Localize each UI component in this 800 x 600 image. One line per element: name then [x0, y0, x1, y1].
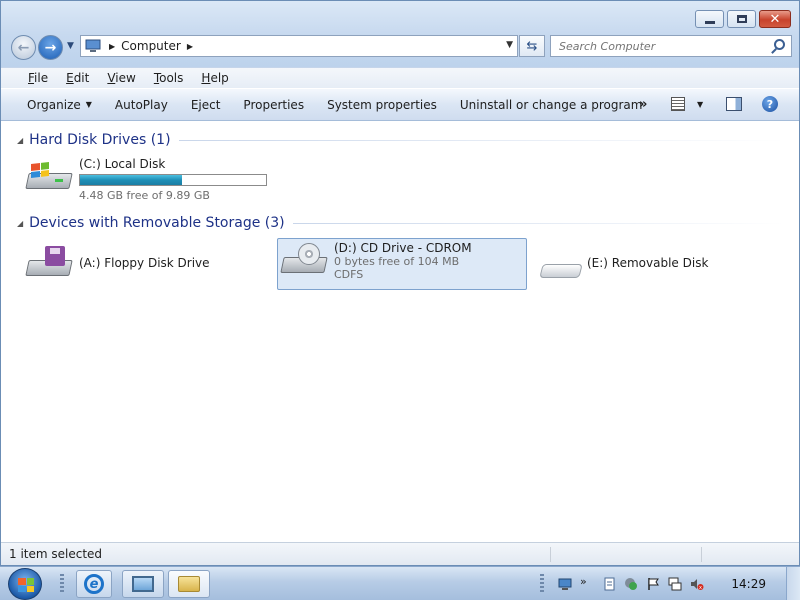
local-disk-icon	[25, 157, 75, 197]
drive-name: (E:) Removable Disk	[587, 256, 709, 270]
show-hidden-icons-icon[interactable]: »	[580, 576, 594, 591]
taskbar-windows-explorer[interactable]	[168, 570, 210, 598]
document-icon[interactable]	[602, 577, 616, 591]
cd-drive-icon	[280, 241, 330, 281]
menu-edit[interactable]: Edit	[66, 71, 89, 85]
help-button[interactable]: ?	[762, 96, 778, 112]
menu-tools[interactable]: Tools	[154, 71, 184, 85]
details-view-icon	[671, 97, 685, 111]
back-button[interactable]: ←	[11, 35, 36, 60]
removable-disk-icon	[533, 244, 583, 284]
organize-label: Organize	[27, 97, 81, 112]
group-header-hard-disks[interactable]: ◢ Hard Disk Drives (1)	[17, 132, 785, 148]
drive-filesystem: CDFS	[334, 268, 364, 281]
network-icon[interactable]	[668, 577, 682, 591]
status-separator	[701, 547, 702, 562]
svg-text:x: x	[699, 585, 702, 591]
drive-a[interactable]: (A:) Floppy Disk Drive	[25, 244, 210, 284]
computer-management-icon	[132, 576, 154, 592]
properties-button[interactable]: Properties	[243, 98, 304, 112]
group-title: Hard Disk Drives (1)	[29, 132, 171, 148]
drive-name: (D:) CD Drive - CDROM	[334, 241, 472, 255]
capacity-fill	[80, 175, 182, 185]
drive-free-space: 4.48 GB free of 9.89 GB	[79, 189, 210, 202]
maximize-button[interactable]	[727, 10, 756, 28]
close-icon: ✕	[769, 11, 781, 27]
eject-button[interactable]: Eject	[191, 98, 221, 112]
floppy-drive-icon	[25, 244, 75, 284]
breadcrumb-separator-icon[interactable]: ▶	[109, 42, 115, 51]
search-input[interactable]	[559, 39, 764, 53]
more-commands-button[interactable]: »	[639, 97, 647, 112]
group-divider	[292, 222, 785, 224]
windows-logo-icon	[18, 578, 34, 592]
drive-free-space: 0 bytes free of 104 MB	[334, 255, 460, 268]
internet-explorer-icon: e	[84, 574, 104, 594]
maximize-icon	[736, 15, 747, 23]
desktop-icon[interactable]	[558, 577, 572, 591]
address-bar[interactable]: ▶ Computer ▶ ▼	[80, 35, 518, 57]
taskbar: e » x 14:29	[0, 566, 800, 600]
uninstall-program-button[interactable]: Uninstall or change a program	[460, 98, 643, 112]
drive-c[interactable]: (C:) Local Disk 4.48 GB free of 9.89 GB	[25, 157, 267, 202]
drive-d[interactable]: (D:) CD Drive - CDROM 0 bytes free of 10…	[277, 238, 527, 290]
taskbar-grip[interactable]	[60, 574, 64, 594]
menu-bar: File Edit View Tools Help	[1, 67, 799, 88]
group-divider	[178, 139, 785, 141]
forward-button[interactable]: →	[38, 35, 63, 60]
collapse-triangle-icon[interactable]: ◢	[17, 219, 23, 228]
menu-file[interactable]: File	[28, 71, 48, 85]
start-button[interactable]	[8, 568, 42, 600]
minimize-button[interactable]	[695, 10, 724, 28]
drive-name: (C:) Local Disk	[79, 157, 166, 171]
explorer-window: ✕ ← → ▼ ▶ Computer ▶ ▼ ⇆ File Edit View …	[0, 0, 800, 566]
status-separator	[550, 547, 551, 562]
security-shield-icon[interactable]	[624, 577, 638, 591]
windows-explorer-icon	[178, 576, 200, 592]
show-desktop-button[interactable]	[786, 567, 800, 600]
content-area: ◢ Hard Disk Drives (1) (C:) Local Disk 4…	[1, 122, 799, 541]
recent-pages-dropdown[interactable]: ▼	[67, 41, 74, 51]
action-center-flag-icon[interactable]	[646, 577, 660, 591]
capacity-bar	[79, 174, 267, 186]
system-properties-button[interactable]: System properties	[327, 98, 437, 112]
search-box[interactable]	[550, 35, 792, 57]
drive-e[interactable]: (E:) Removable Disk	[533, 244, 708, 284]
refresh-icon: ⇆	[526, 38, 538, 54]
breadcrumb-computer[interactable]: Computer	[121, 39, 181, 53]
breadcrumb-separator-icon[interactable]: ▶	[187, 42, 193, 51]
preview-pane-button[interactable]	[726, 97, 742, 111]
minimize-icon	[704, 20, 715, 24]
group-title: Devices with Removable Storage (3)	[29, 215, 285, 231]
taskbar-computer-management[interactable]	[122, 570, 164, 598]
forward-arrow-icon: →	[44, 39, 57, 56]
autoplay-button[interactable]: AutoPlay	[115, 98, 168, 112]
chevron-down-icon: ▼	[85, 100, 92, 109]
refresh-button[interactable]: ⇆	[519, 35, 545, 57]
menu-view[interactable]: View	[107, 71, 135, 85]
status-bar: 1 item selected	[1, 542, 799, 565]
group-header-removable[interactable]: ◢ Devices with Removable Storage (3)	[17, 215, 785, 231]
change-view-button[interactable]: ▼	[671, 97, 703, 111]
close-button[interactable]: ✕	[759, 10, 791, 28]
clock[interactable]: 14:29	[731, 577, 766, 591]
organize-button[interactable]: Organize ▼	[27, 98, 92, 112]
drive-name: (A:) Floppy Disk Drive	[79, 256, 210, 270]
chevron-down-icon[interactable]: ▼	[697, 100, 703, 109]
collapse-triangle-icon[interactable]: ◢	[17, 136, 23, 145]
address-history-dropdown[interactable]: ▼	[506, 40, 513, 50]
volume-muted-icon[interactable]: x	[690, 577, 704, 591]
status-text: 1 item selected	[9, 547, 103, 561]
notification-area: » x	[540, 567, 708, 600]
taskbar-internet-explorer[interactable]: e	[76, 570, 112, 598]
title-bar: ✕ ← → ▼ ▶ Computer ▶ ▼ ⇆	[1, 1, 799, 69]
back-arrow-icon: ←	[17, 39, 30, 56]
caption-buttons: ✕	[692, 10, 791, 28]
tray-grip[interactable]	[540, 574, 544, 594]
computer-icon	[85, 39, 101, 52]
menu-help[interactable]: Help	[201, 71, 228, 85]
search-icon[interactable]	[774, 39, 785, 50]
